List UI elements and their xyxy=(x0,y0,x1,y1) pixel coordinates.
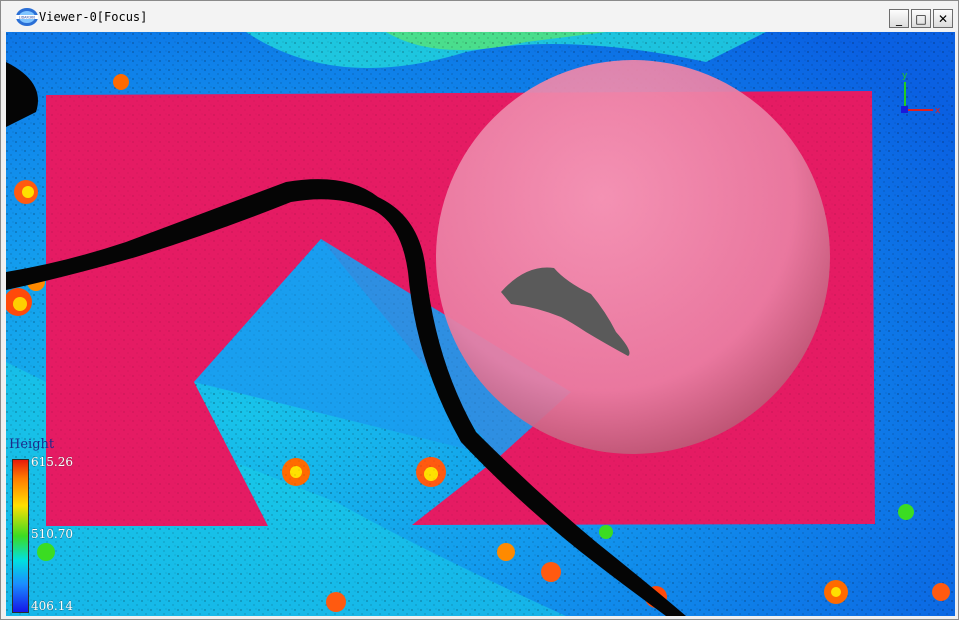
height-legend: Height 615.26 510.70 406.14 xyxy=(9,437,89,615)
maximize-icon: □ xyxy=(915,11,927,26)
maximize-button[interactable]: □ xyxy=(911,9,931,28)
y-axis-label: y xyxy=(902,71,908,81)
legend-max-value: 615.26 xyxy=(31,455,73,469)
minimize-button[interactable]: _ xyxy=(889,9,909,28)
legend-mid-value: 510.70 xyxy=(31,527,73,541)
legend-title: Height xyxy=(9,437,55,452)
close-icon: ✕ xyxy=(937,11,949,26)
close-button[interactable]: ✕ xyxy=(933,9,953,28)
x-axis-label: x xyxy=(935,106,941,116)
selection-sphere[interactable] xyxy=(436,60,830,454)
scene-canvas[interactable]: y x xyxy=(6,32,955,616)
app-logo-icon: LIDAR360 xyxy=(16,8,38,26)
app-logo-text: LIDAR360 xyxy=(19,16,36,20)
viewer-window: LIDAR360 Viewer-0[Focus] _ □ ✕ y x Heigh… xyxy=(0,0,959,620)
title-bar[interactable]: LIDAR360 Viewer-0[Focus] _ □ ✕ xyxy=(1,1,958,31)
minimize-icon: _ xyxy=(896,11,902,26)
z-axis-marker xyxy=(901,106,908,113)
point-cloud-viewport[interactable]: y x Height 615.26 510.70 406.14 xyxy=(6,32,955,616)
legend-color-ramp xyxy=(12,459,29,613)
window-title: Viewer-0[Focus] xyxy=(39,10,148,24)
legend-min-value: 406.14 xyxy=(31,599,73,613)
